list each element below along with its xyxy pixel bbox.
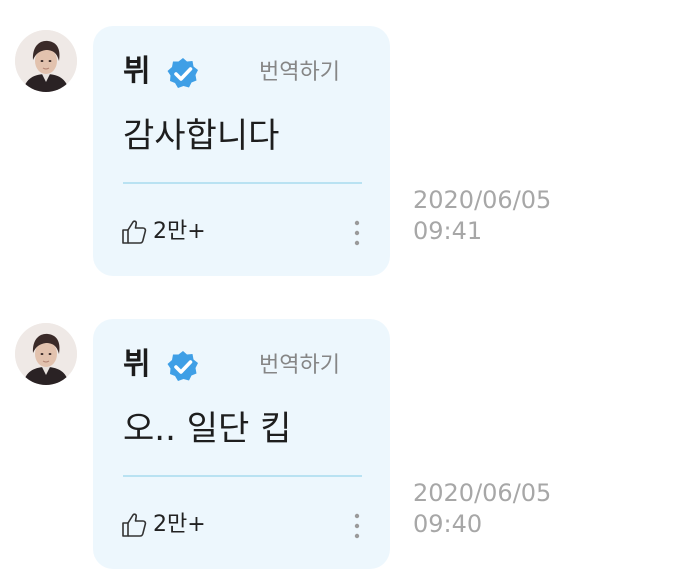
more-options-button[interactable] (348, 218, 366, 248)
like-count: 2만+ (153, 219, 206, 244)
author-name: 뷔 (123, 54, 151, 89)
message-item: 뷔 번역하기 오.. 일단 킵 2만+ 2020/06/05 09:40 (0, 293, 700, 569)
translate-button[interactable]: 번역하기 (259, 58, 340, 88)
message-text: 오.. 일단 킵 (123, 409, 292, 449)
verified-badge-icon (165, 56, 201, 92)
thumbs-up-icon (119, 217, 149, 247)
author-name: 뷔 (123, 347, 151, 382)
thumbs-up-icon (119, 510, 149, 540)
avatar[interactable] (15, 30, 77, 92)
like-count: 2만+ (153, 512, 206, 537)
more-options-button[interactable] (348, 511, 366, 541)
avatar[interactable] (15, 323, 77, 385)
message-item: 뷔 번역하기 감사합니다 2만+ 2020/06/05 09:41 (0, 0, 700, 276)
message-bubble: 뷔 번역하기 오.. 일단 킵 2만+ (93, 319, 390, 569)
message-bubble: 뷔 번역하기 감사합니다 2만+ (93, 26, 390, 276)
verified-badge-icon (165, 349, 201, 385)
more-vertical-icon (348, 218, 366, 248)
timestamp-date: 2020/06/05 (413, 479, 552, 507)
divider (123, 475, 362, 477)
timestamp-time: 09:40 (413, 510, 483, 538)
more-vertical-icon (348, 511, 366, 541)
timestamp: 2020/06/05 09:40 (413, 478, 573, 540)
message-text: 감사합니다 (123, 116, 280, 156)
timestamp-time: 09:41 (413, 217, 483, 245)
like-button[interactable]: 2만+ (119, 507, 206, 543)
timestamp-date: 2020/06/05 (413, 186, 552, 214)
timestamp: 2020/06/05 09:41 (413, 185, 573, 247)
divider (123, 182, 362, 184)
like-button[interactable]: 2만+ (119, 214, 206, 250)
translate-button[interactable]: 번역하기 (259, 351, 340, 381)
